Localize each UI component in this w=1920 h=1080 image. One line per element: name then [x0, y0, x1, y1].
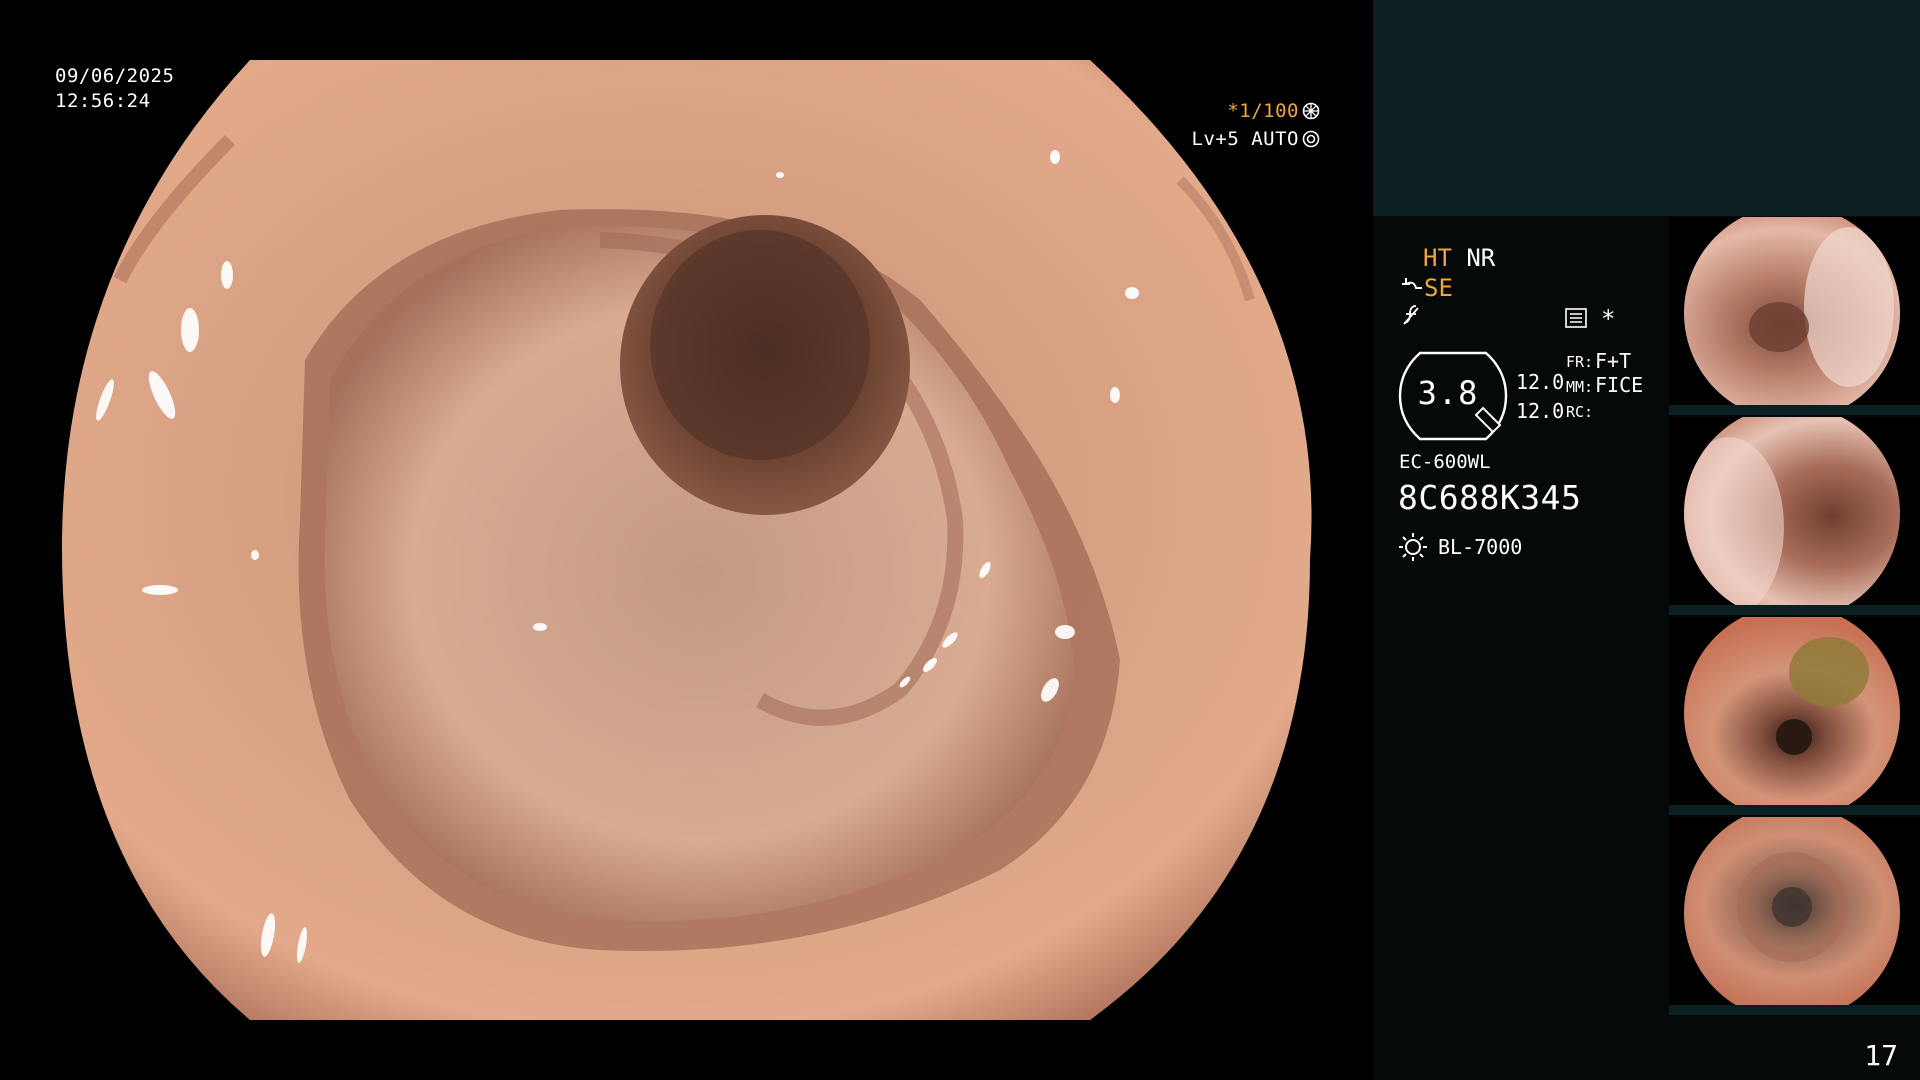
zoom-value: 3.8: [1417, 374, 1479, 412]
settings-panel: HT NR SE * 3.8 12.0 12.0 FR: F+T MM: FIC…: [1373, 216, 1671, 1006]
shutter-icon: [1302, 102, 1320, 120]
panel-header-area: [1373, 0, 1920, 216]
time-text: 12:56:24: [55, 90, 151, 112]
level-text: Lv+5 AUTO: [1191, 128, 1299, 150]
thumbnail-4-image: [1669, 817, 1920, 1015]
nr-label: NR: [1466, 244, 1496, 272]
thumbnail-3-image: [1669, 617, 1920, 815]
shutter-text: *1/100: [1227, 100, 1299, 122]
thumbnail-4[interactable]: [1669, 817, 1920, 1015]
page-number: 17: [1864, 1039, 1898, 1072]
endoscope-main-view: 09/06/2025 12:56:24 *1/100 Lv+5 AUTO: [0, 0, 1373, 1080]
shutter-readout: *1/100: [1227, 99, 1320, 124]
side-panel: HT NR SE * 3.8 12.0 12.0 FR: F+T MM: FIC…: [1373, 0, 1920, 1080]
colonoscopy-image: [61, 60, 1312, 1020]
contrast-icon: [1403, 305, 1419, 325]
light-source-icon: [1399, 533, 1427, 561]
light-source-model: BL-7000: [1438, 535, 1523, 559]
mm-label: MM:: [1566, 378, 1594, 396]
asterisk-icon: *: [1601, 305, 1616, 333]
scope-model: EC-600WL: [1399, 451, 1491, 473]
fr-label: FR:: [1566, 353, 1594, 371]
thumbnail-1[interactable]: [1669, 217, 1920, 415]
date-text: 09/06/2025: [55, 65, 175, 87]
structure-enhance-icon: [1402, 278, 1422, 289]
ht-label: HT: [1423, 244, 1452, 272]
scope-serial: 8C688K345: [1398, 478, 1582, 517]
thumbnail-1-image: [1669, 217, 1920, 415]
iris-icon: [1302, 130, 1320, 148]
ht-nr-row: HT NR: [1423, 244, 1495, 272]
thumbnail-3[interactable]: [1669, 617, 1920, 815]
se-label: SE: [1424, 274, 1453, 302]
se-row: SE: [1400, 274, 1453, 302]
fr-value: F+T: [1595, 349, 1632, 373]
memory-icon: [1565, 308, 1587, 328]
mm-value: FICE: [1595, 373, 1644, 397]
thumbnail-2[interactable]: [1669, 417, 1920, 615]
rc-label: RC:: [1566, 403, 1594, 421]
value-a: 12.0: [1516, 370, 1565, 394]
contrast-row: [1400, 304, 1424, 332]
value-b: 12.0: [1516, 399, 1565, 423]
brightness-level: Lv+5 AUTO: [1192, 127, 1320, 152]
thumbnail-2-image: [1669, 417, 1920, 615]
timestamp: 09/06/2025 12:56:24: [55, 64, 174, 114]
